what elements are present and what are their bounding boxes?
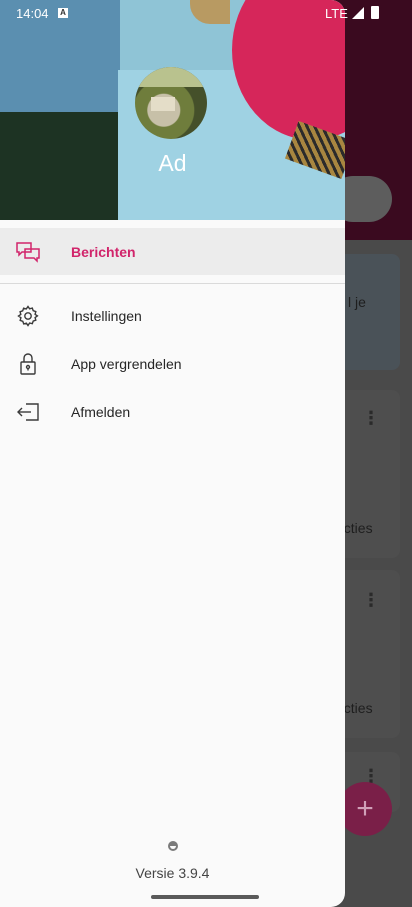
menu-item-label: App vergrendelen — [71, 356, 182, 372]
menu-item-label: Berichten — [71, 243, 136, 260]
menu-item-label: Afmelden — [71, 404, 131, 420]
menu-item-label: Instellingen — [71, 308, 142, 324]
app-logo-icon — [167, 841, 178, 851]
menu-item-berichten[interactable]: Berichten — [0, 228, 345, 275]
more-options-icon: ⋮ — [362, 408, 380, 428]
navigation-drawer: Ad Berichten Instellingen App vergrendel… — [0, 0, 345, 907]
battery-icon — [371, 6, 379, 19]
background-card-text: l je — [348, 294, 366, 310]
divider — [0, 283, 345, 284]
notification-icon: A — [58, 8, 68, 18]
status-bar: 14:04 A LTE — [0, 0, 412, 28]
menu-item-afmelden[interactable]: Afmelden — [0, 388, 345, 436]
avatar[interactable] — [135, 67, 207, 139]
gesture-nav-handle[interactable] — [151, 895, 259, 899]
menu-item-instellingen[interactable]: Instellingen — [0, 292, 345, 340]
new-message-fab: + — [338, 782, 392, 836]
drawer-header: Ad — [0, 0, 345, 220]
more-options-icon: ⋮ — [362, 590, 380, 610]
chat-icon — [16, 242, 40, 263]
menu-item-app-vergrendelen[interactable]: App vergrendelen — [0, 340, 345, 388]
version-info: Versie 3.9.4 — [0, 838, 345, 881]
lock-icon — [20, 353, 36, 375]
version-text: Versie 3.9.4 — [135, 865, 210, 881]
status-time: 14:04 — [16, 6, 49, 21]
network-type: LTE — [325, 6, 348, 21]
username: Ad — [158, 150, 187, 176]
gear-icon — [17, 305, 39, 327]
logout-icon — [17, 403, 39, 421]
drawer-menu: Berichten Instellingen App vergrendelen — [0, 220, 345, 436]
signal-icon — [352, 7, 364, 19]
